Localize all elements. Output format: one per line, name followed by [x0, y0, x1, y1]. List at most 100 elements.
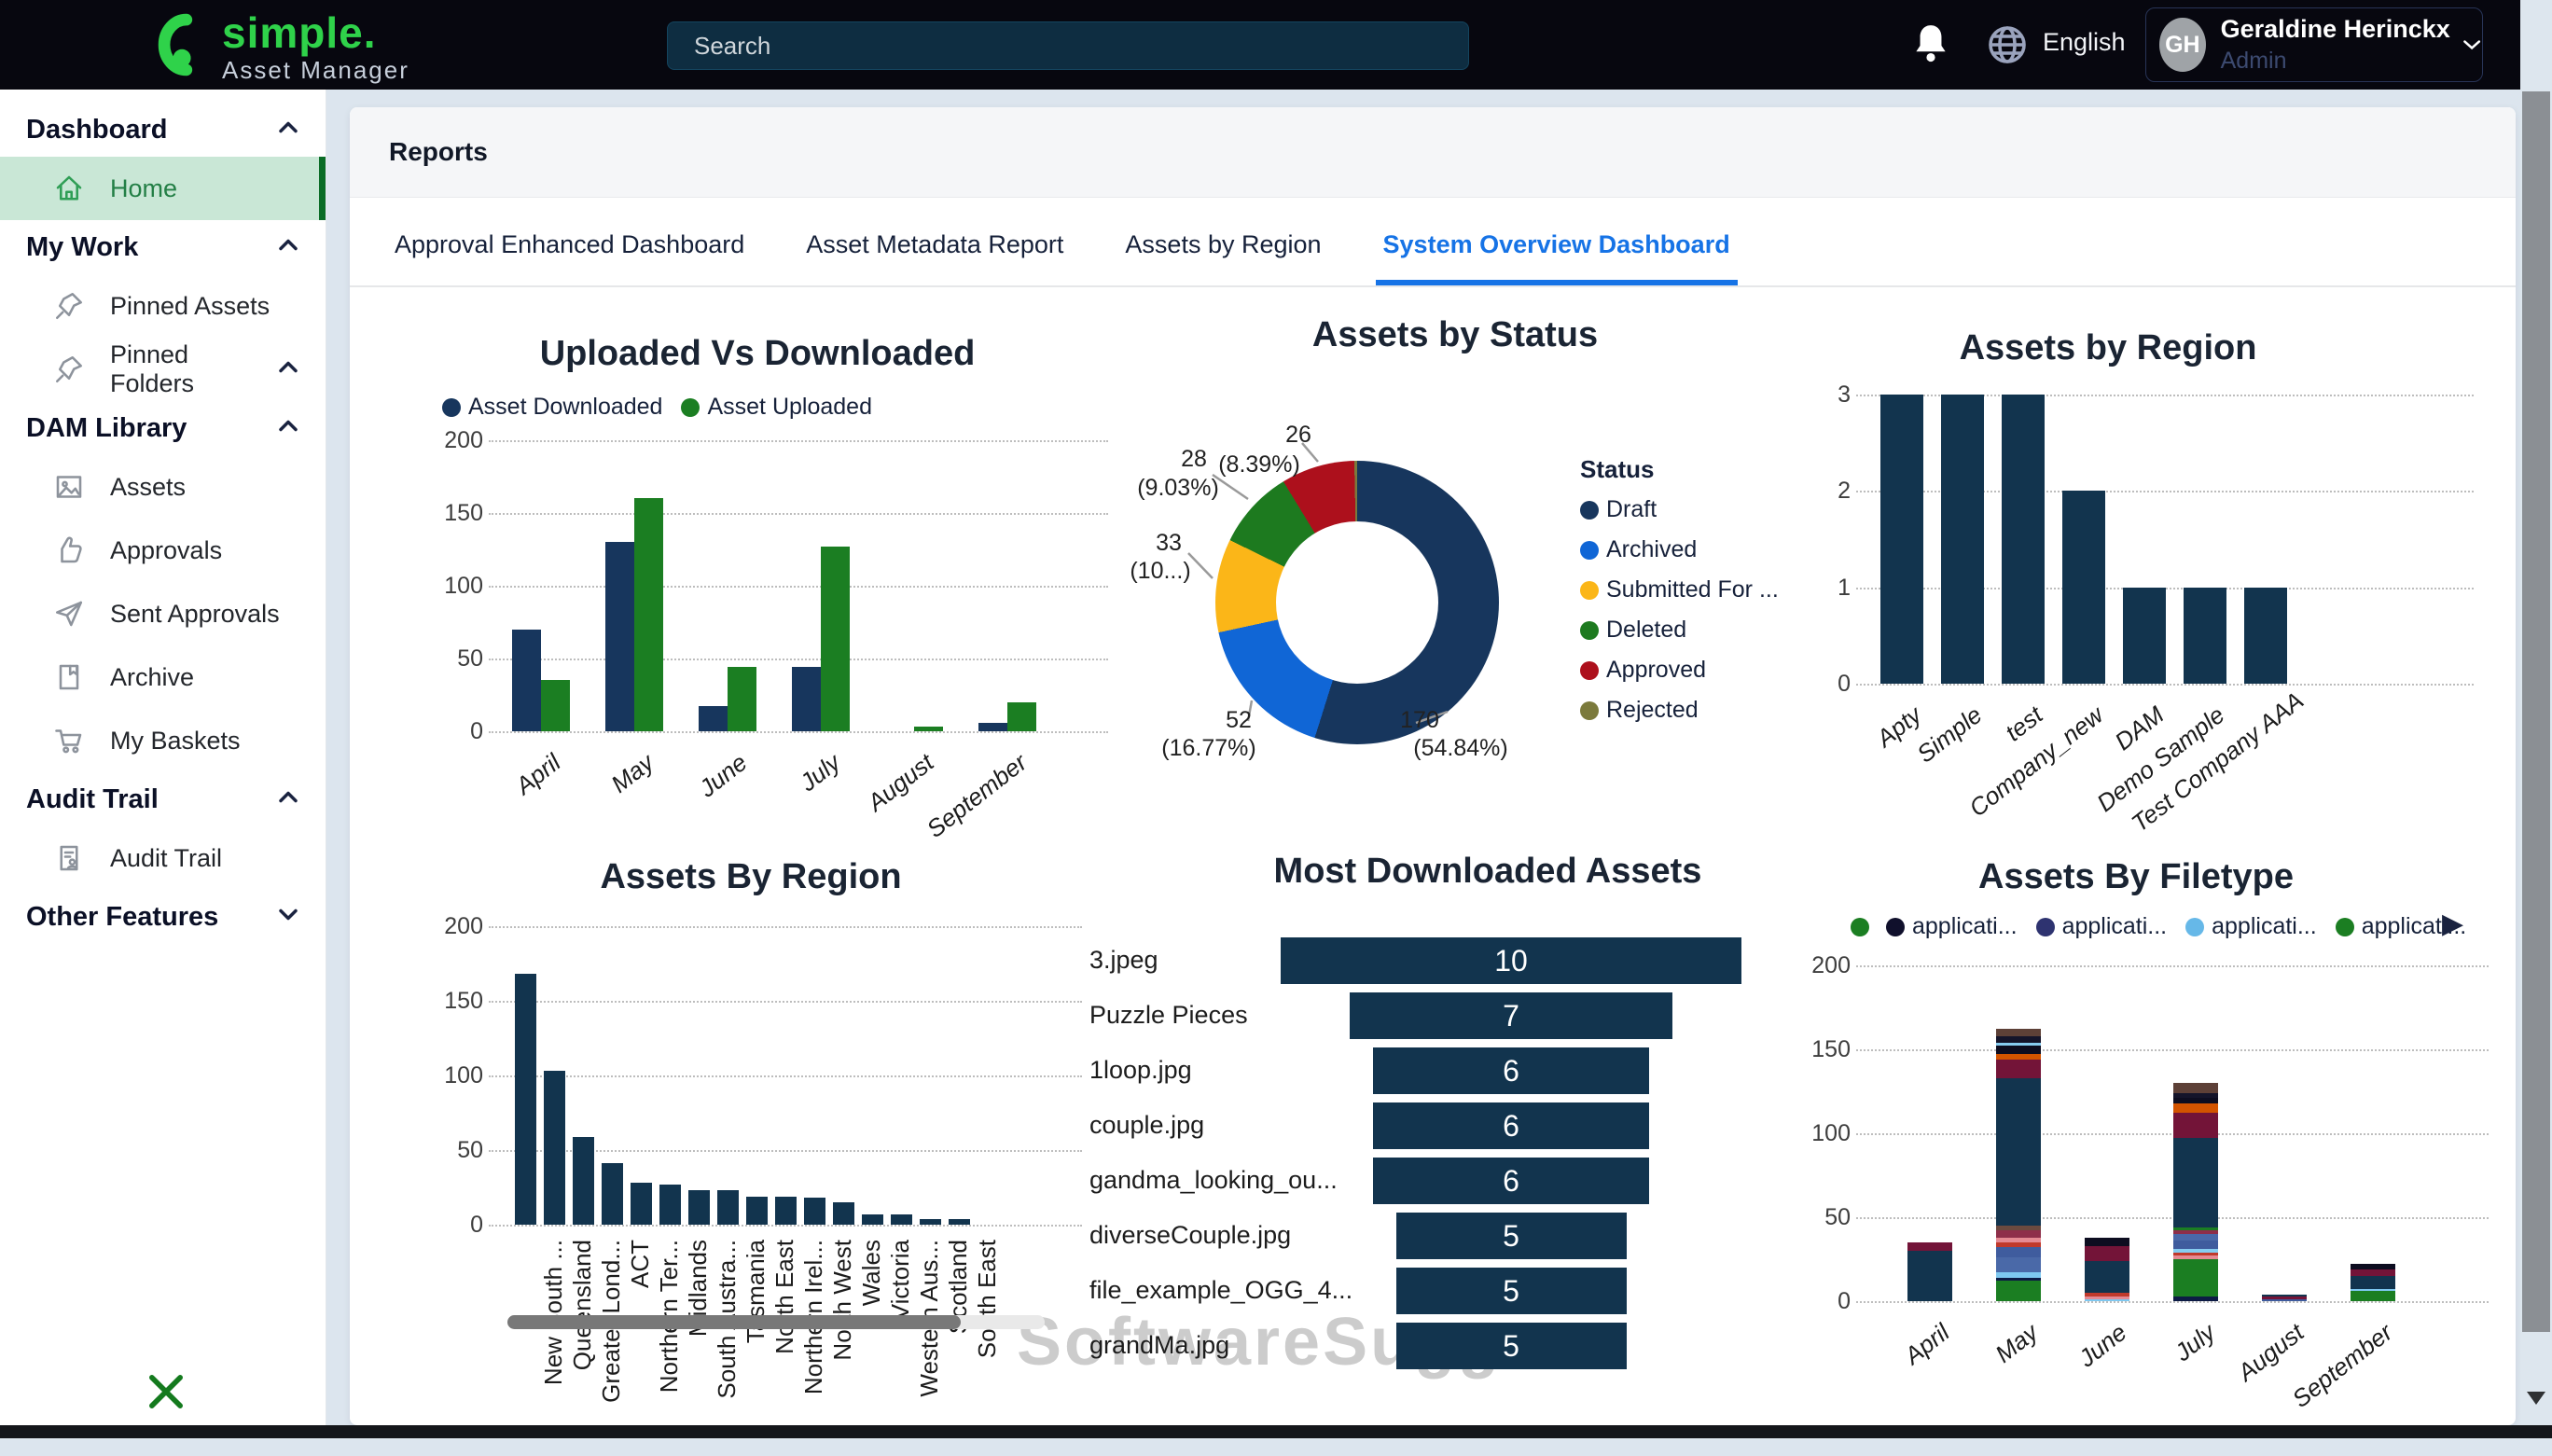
sidebar-item-pinned-folders[interactable]: Pinned Folders [0, 338, 326, 401]
sidebar-section-dam-library[interactable]: DAM Library [0, 401, 326, 455]
language-globe-icon[interactable] [1985, 22, 2030, 67]
stack-segment-july[interactable] [2173, 1255, 2218, 1259]
stack-segment-july[interactable] [2173, 1234, 2218, 1241]
stack-segment-june[interactable] [2085, 1297, 2129, 1300]
stack-segment-may[interactable] [1996, 1247, 2041, 1257]
legend-item-rejected[interactable]: Rejected [1580, 697, 1717, 724]
chart-hscrollbar-thumb[interactable] [507, 1315, 961, 1329]
tab-assets-by-region[interactable]: Assets by Region [1117, 230, 1328, 285]
bar-wales[interactable] [833, 1202, 854, 1225]
legend-item-approved[interactable]: Approved [1580, 657, 1725, 684]
bar-july-downloaded[interactable] [792, 667, 821, 731]
tab-system-overview-dashboard[interactable]: System Overview Dashboard [1376, 230, 1738, 285]
vertical-scrollbar-thumb[interactable] [2522, 91, 2550, 1332]
funnel-bar-diversecouple-jpg[interactable]: 5 [1396, 1213, 1627, 1259]
bar-company-new[interactable] [2062, 491, 2105, 684]
sidebar-item-pinned-assets[interactable]: Pinned Assets [0, 274, 326, 338]
bar-simple[interactable] [1941, 395, 1984, 684]
stack-segment-july[interactable] [2173, 1083, 2218, 1093]
bar-may-uploaded[interactable] [634, 498, 663, 731]
stack-segment-july[interactable] [2173, 1138, 2218, 1227]
legend-next-arrow-icon[interactable]: ▶ [2442, 908, 2463, 940]
bar-test[interactable] [2002, 395, 2045, 684]
bar-august-uploaded[interactable] [914, 727, 943, 731]
bar-northern-irel-[interactable] [775, 1197, 797, 1225]
bar-act[interactable] [602, 1163, 623, 1225]
stack-segment-may[interactable] [1996, 1226, 2041, 1230]
tab-approval-enhanced-dashboard[interactable]: Approval Enhanced Dashboard [387, 230, 752, 285]
funnel-bar-couple-jpg[interactable]: 6 [1373, 1102, 1649, 1149]
stack-segment-july[interactable] [2173, 1227, 2218, 1231]
stack-segment-june[interactable] [2085, 1299, 2129, 1301]
stack-segment-july[interactable] [2173, 1098, 2218, 1102]
sidebar-item-audit-trail[interactable]: Audit Trail [0, 826, 326, 890]
stack-segment-july[interactable] [2173, 1253, 2218, 1256]
vertical-scrollbar[interactable] [2520, 0, 2552, 1425]
scroll-down-arrow-icon[interactable] [2527, 1392, 2545, 1405]
tab-asset-metadata-report[interactable]: Asset Metadata Report [798, 230, 1071, 285]
stack-segment-may[interactable] [1996, 1054, 2041, 1059]
stack-segment-may[interactable] [1996, 1036, 2041, 1043]
funnel-bar-grandma-jpg[interactable]: 5 [1396, 1323, 1627, 1369]
horizontal-scrollbar[interactable] [0, 1425, 2552, 1438]
bar-victoria[interactable] [862, 1214, 883, 1225]
sidebar-item-home[interactable]: Home [0, 157, 326, 220]
stack-segment-may[interactable] [1996, 1029, 2041, 1035]
stack-segment-june[interactable] [2085, 1261, 2129, 1293]
stack-segment-april[interactable] [1907, 1251, 1952, 1301]
stack-segment-may[interactable] [1996, 1278, 2041, 1282]
bar-north-west[interactable] [804, 1198, 825, 1225]
bar-western-aus-[interactable] [891, 1214, 912, 1225]
stack-segment-june[interactable] [2085, 1246, 2129, 1261]
stack-segment-may[interactable] [1996, 1043, 2041, 1047]
bar-april-uploaded[interactable] [541, 680, 570, 731]
bar-apty[interactable] [1880, 395, 1923, 684]
stack-segment-july[interactable] [2173, 1103, 2218, 1114]
bar-tasmania[interactable] [717, 1190, 739, 1225]
sidebar-section-my-work[interactable]: My Work [0, 220, 326, 274]
legend-item-draft[interactable]: Draft [1580, 496, 1675, 523]
sidebar-section-audit-trail[interactable]: Audit Trail [0, 772, 326, 826]
legend-label[interactable]: applicati... [2062, 913, 2168, 940]
stack-segment-august[interactable] [2262, 1297, 2307, 1300]
sidebar-item-approvals[interactable]: Approvals [0, 519, 326, 582]
bar-may-downloaded[interactable] [605, 542, 634, 731]
stack-segment-may[interactable] [1996, 1272, 2041, 1277]
language-label[interactable]: English [2043, 28, 2126, 57]
stack-segment-may[interactable] [1996, 1242, 2041, 1247]
bar-new-south-[interactable] [515, 974, 536, 1225]
stack-segment-july[interactable] [2173, 1093, 2218, 1098]
stack-segment-june[interactable] [2085, 1238, 2129, 1246]
stack-segment-july[interactable] [2173, 1241, 2218, 1249]
stack-segment-june[interactable] [2085, 1293, 2129, 1297]
search-input[interactable] [667, 21, 1469, 70]
sidebar-item-sent-approvals[interactable]: Sent Approvals [0, 582, 326, 645]
stack-segment-september[interactable] [2351, 1276, 2395, 1289]
bar-north-east[interactable] [746, 1197, 768, 1225]
legend-label[interactable]: applicati... [1912, 913, 2018, 940]
sidebar-item-my-baskets[interactable]: My Baskets [0, 709, 326, 772]
bar-south-austra-[interactable] [688, 1190, 710, 1225]
stack-segment-july[interactable] [2173, 1249, 2218, 1253]
stack-segment-september[interactable] [2351, 1269, 2395, 1276]
bar-test-company-aaa[interactable] [2244, 588, 2287, 684]
bar-september-uploaded[interactable] [1007, 702, 1036, 731]
sidebar-item-archive[interactable]: Archive [0, 645, 326, 709]
legend-label[interactable]: Asset Uploaded [707, 394, 872, 421]
bar-june-uploaded[interactable] [728, 667, 756, 731]
funnel-bar-3-jpeg[interactable]: 10 [1281, 937, 1741, 984]
stack-segment-july[interactable] [2173, 1113, 2218, 1138]
stack-segment-may[interactable] [1996, 1238, 2041, 1242]
stack-segment-july[interactable] [2173, 1259, 2218, 1297]
stack-segment-may[interactable] [1996, 1078, 2041, 1226]
bar-midlands[interactable] [659, 1185, 681, 1225]
sidebar-section-dashboard[interactable]: Dashboard [0, 103, 326, 157]
stack-segment-may[interactable] [1996, 1060, 2041, 1078]
stack-segment-july[interactable] [2173, 1230, 2218, 1234]
sidebar-section-other-features[interactable]: Other Features [0, 890, 326, 944]
bar-july-uploaded[interactable] [821, 547, 850, 731]
bar-south-east[interactable] [949, 1219, 970, 1225]
stack-segment-july[interactable] [2173, 1297, 2218, 1301]
funnel-bar-file-example-ogg-4-[interactable]: 5 [1396, 1268, 1627, 1314]
bar-april-downloaded[interactable] [512, 630, 541, 731]
